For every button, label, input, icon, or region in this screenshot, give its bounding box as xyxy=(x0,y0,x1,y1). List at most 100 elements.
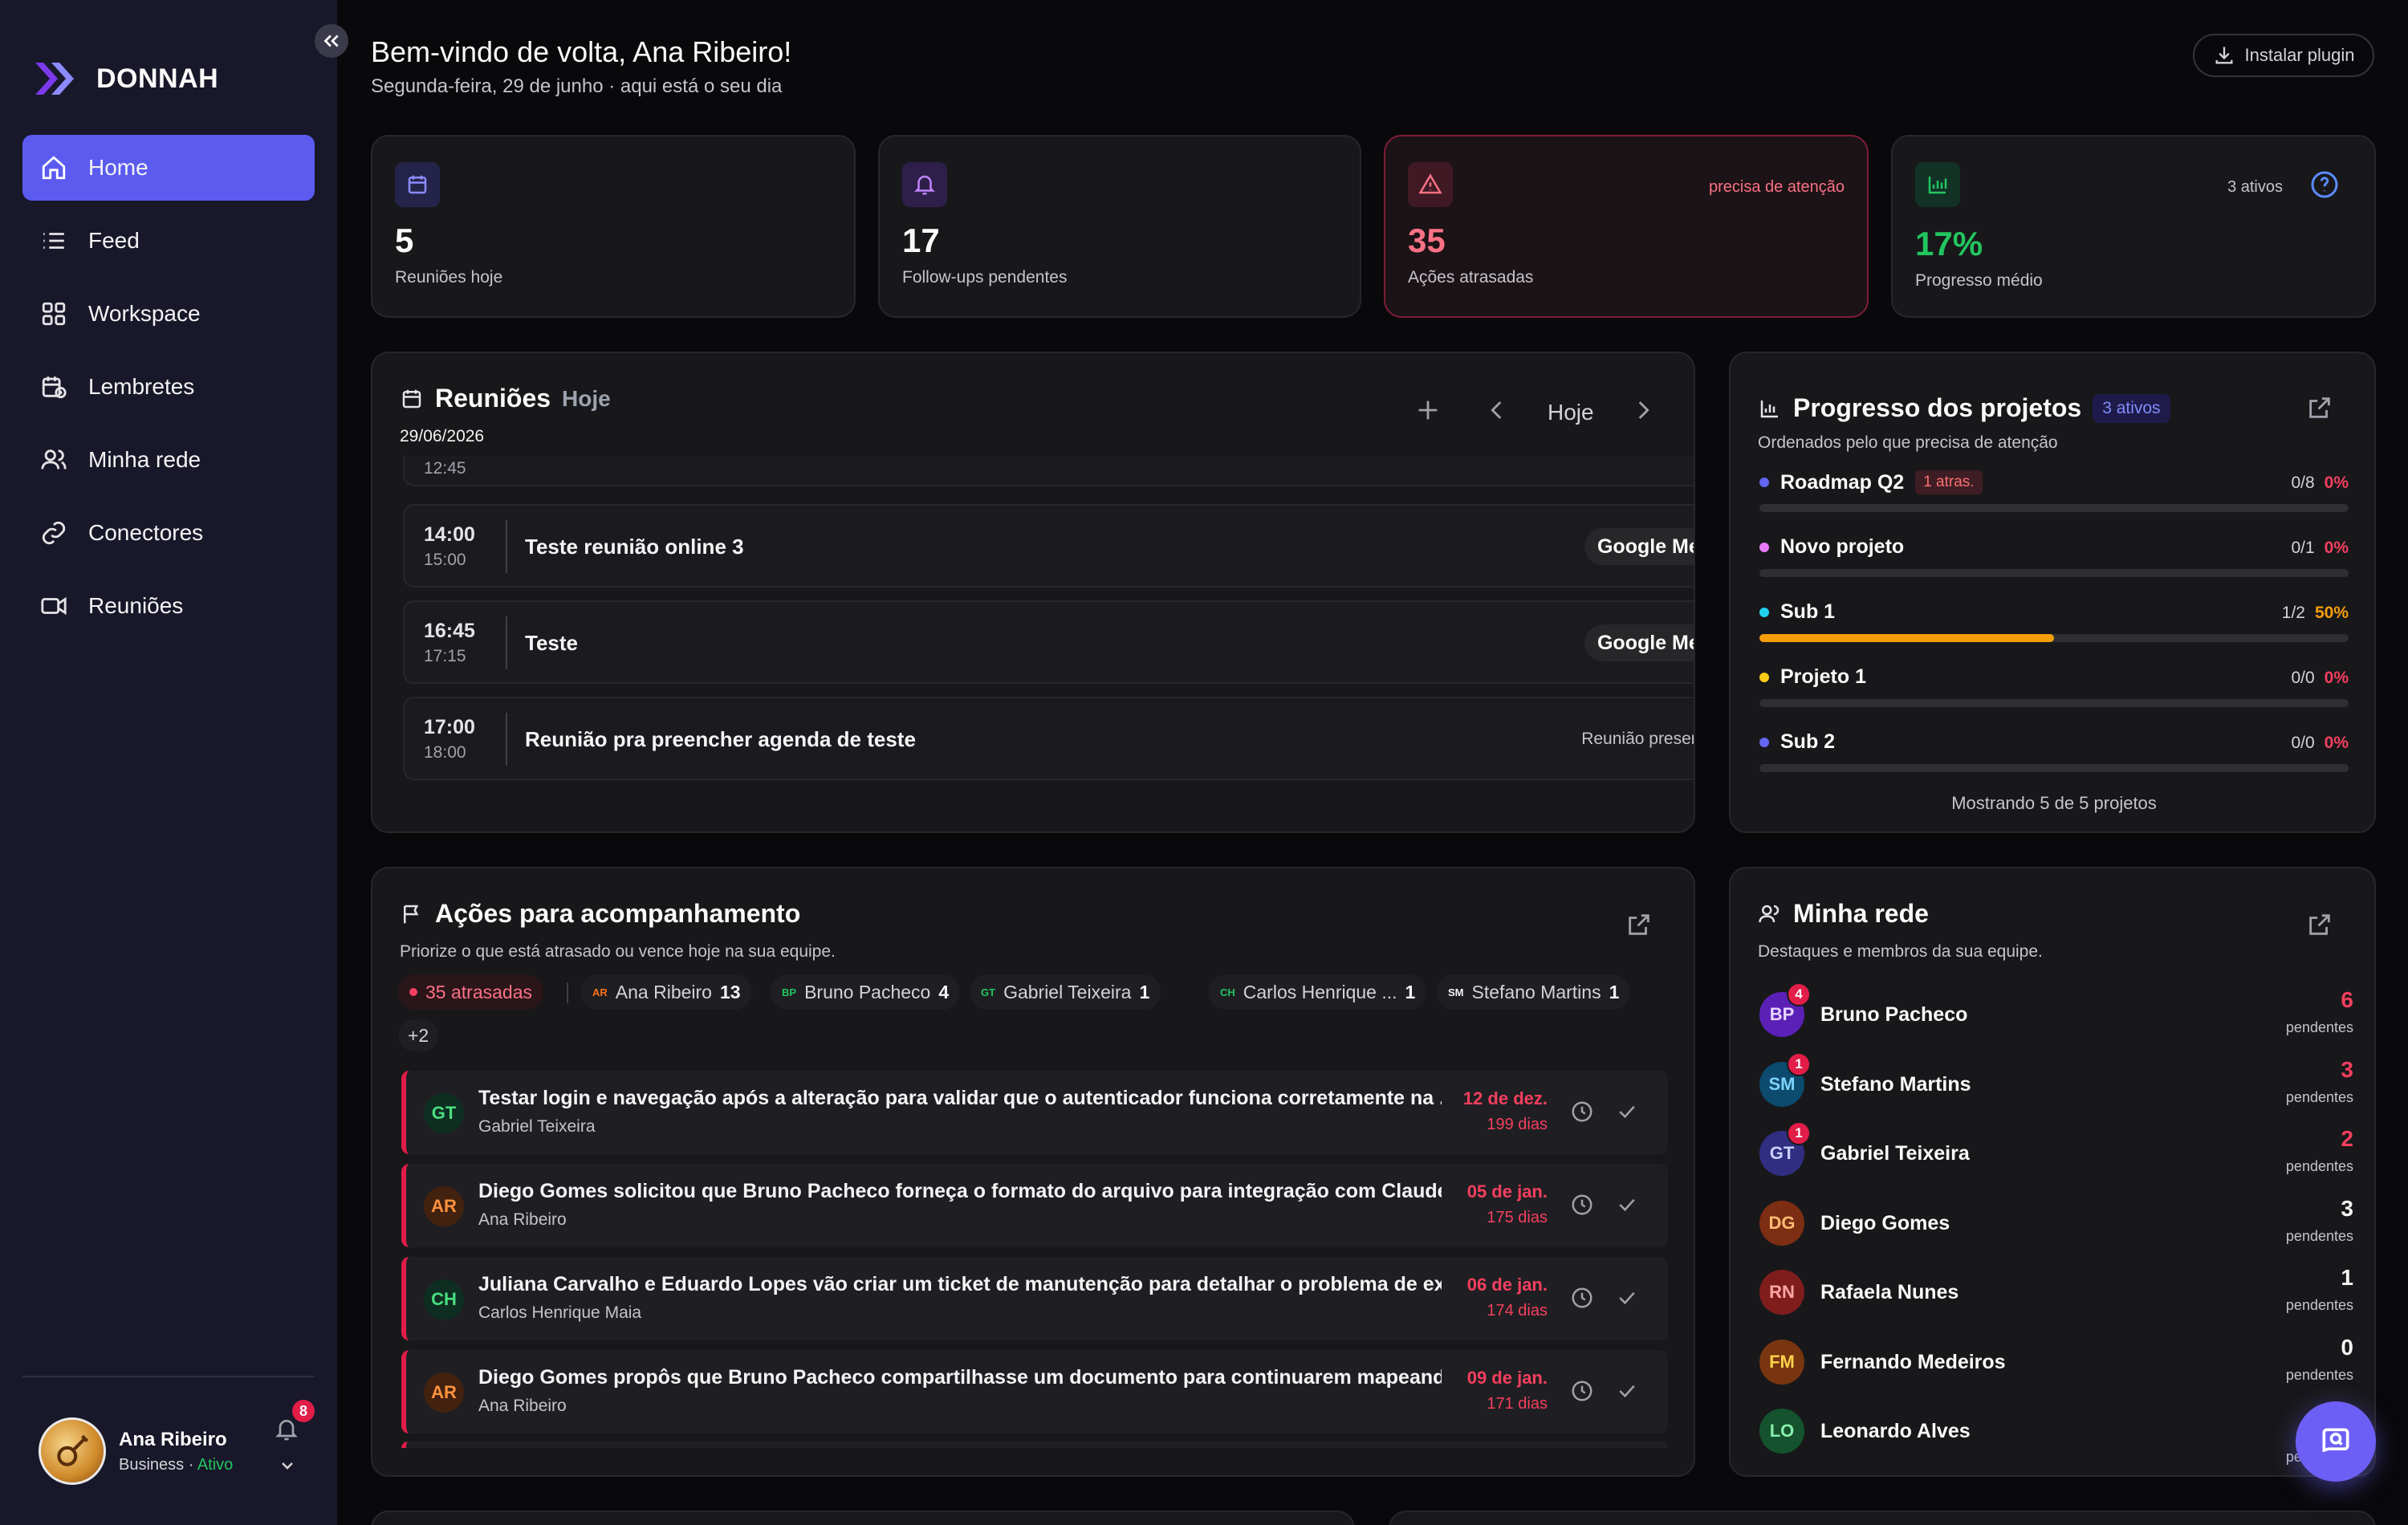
project-name: Roadmap Q2 1 atras. xyxy=(1759,470,1983,494)
snooze-clock-icon[interactable] xyxy=(1570,1379,1594,1407)
filter-chip-person[interactable]: CH Carlos Henrique ... 1 xyxy=(1209,974,1427,1010)
chevrons-left-icon xyxy=(323,35,339,47)
network-member-row[interactable]: RN Rafaela Nunes 1 pendentes xyxy=(1759,1260,2353,1320)
sidebar-item-home[interactable]: Home xyxy=(22,135,315,201)
sidebar-item-label: Feed xyxy=(88,228,140,253)
project-percent: 0% xyxy=(2324,474,2349,492)
meeting-row[interactable]: 16:45 17:15 Teste Google Meet xyxy=(403,600,1694,684)
complete-check-icon[interactable] xyxy=(1615,1193,1639,1221)
complete-check-icon[interactable] xyxy=(1615,1286,1639,1314)
project-count: 0/1 0% xyxy=(2291,539,2349,557)
meeting-row[interactable]: 17:00 18:00 Reunião pra preencher agenda… xyxy=(403,697,1694,780)
snooze-clock-icon[interactable] xyxy=(1570,1193,1594,1221)
filter-chip-person[interactable]: AR Ana Ribeiro 13 xyxy=(581,974,752,1010)
action-row[interactable]: AR Diego Gomes solicitou que Bruno Pachec… xyxy=(401,1164,1668,1247)
brand-logo[interactable]: DONNAH xyxy=(32,59,218,98)
sidebar-item-workspace[interactable]: Workspace xyxy=(22,281,315,347)
sidebar-item-minha-rede[interactable]: Minha rede xyxy=(22,427,315,493)
project-row[interactable]: Roadmap Q2 1 atras. 0/8 0% xyxy=(1759,470,2349,518)
meeting-start: 16:45 xyxy=(424,620,475,642)
avatar: GT xyxy=(424,1093,464,1133)
today-button[interactable]: Hoje xyxy=(1548,400,1594,425)
project-row[interactable]: Sub 1 1/2 50% xyxy=(1759,600,2349,649)
filter-chip-more[interactable]: +2 xyxy=(398,1019,439,1051)
avatar: AR xyxy=(424,1186,464,1226)
action-row[interactable]: GT Testar login e navegação após a altera… xyxy=(401,1071,1668,1154)
network-member-row[interactable]: GT 1 Gabriel Teixeira 2 pendentes xyxy=(1759,1121,2353,1181)
sidebar-item-conectores[interactable]: Conectores xyxy=(22,500,315,566)
help-icon[interactable] xyxy=(2310,170,2339,203)
project-percent: 0% xyxy=(2324,669,2349,687)
action-days-overdue: 199 dias xyxy=(1487,1116,1548,1133)
network-member-row[interactable]: FM Fernando Medeiros 0 pendentes xyxy=(1759,1330,2353,1389)
snooze-clock-icon[interactable] xyxy=(1570,1286,1594,1314)
flag-icon xyxy=(404,905,419,923)
stat-card-followups[interactable]: 17 Follow-ups pendentes xyxy=(878,135,1361,318)
stat-label: Ações atrasadas xyxy=(1408,268,1534,287)
next-day-button[interactable] xyxy=(1629,396,1657,428)
filter-chip-person[interactable]: BP Bruno Pacheco 4 xyxy=(771,974,961,1010)
sidebar-item-label: Conectores xyxy=(88,520,204,545)
project-percent: 0% xyxy=(2324,734,2349,752)
sidebar-item-feed[interactable]: Feed xyxy=(22,208,315,274)
external-link-icon[interactable] xyxy=(1625,910,1653,939)
filter-chip-overdue[interactable]: 35 atrasadas xyxy=(398,974,543,1010)
meeting-title: Teste reunião online 3 xyxy=(525,535,744,559)
sidebar-item-label: Reuniões xyxy=(88,593,184,618)
actions-subtitle: Priorize o que está atrasado ou vence ho… xyxy=(400,942,836,961)
stat-label: Reuniões hoje xyxy=(395,268,503,287)
network-member-row[interactable]: DG Diego Gomes 3 pendentes xyxy=(1759,1191,2353,1250)
network-member-row[interactable]: BP 4 Bruno Pacheco 6 pendentes xyxy=(1759,982,2353,1042)
notification-count-badge: 1 xyxy=(1787,1121,1811,1145)
action-row[interactable]: AR Diego Gomes propôs que Bruno Pacheco c… xyxy=(401,1350,1668,1434)
stat-card-overdue[interactable]: precisa de atenção 35 Ações atrasadas xyxy=(1384,135,1869,318)
bar-chart-icon xyxy=(1915,162,1960,207)
avatar: CH xyxy=(424,1279,464,1320)
sidebar-item-lembretes[interactable]: Lembretes xyxy=(22,354,315,420)
install-plugin-button[interactable]: Instalar plugin xyxy=(2193,34,2374,77)
sidebar-divider xyxy=(22,1376,315,1377)
project-color-dot xyxy=(1759,672,1769,682)
home-icon xyxy=(39,152,69,183)
action-row[interactable]: CH Juliana Carvalho e Eduardo Lopes vão c… xyxy=(401,1257,1668,1340)
chevron-down-icon[interactable] xyxy=(278,1456,297,1479)
meeting-row[interactable]: 14:00 15:00 Teste reunião online 3 Googl… xyxy=(403,504,1694,588)
chip-count: 1 xyxy=(1139,981,1150,1002)
add-meeting-button[interactable] xyxy=(1414,396,1442,428)
collapse-sidebar-button[interactable] xyxy=(315,24,348,58)
stat-value: 5 xyxy=(395,222,414,259)
project-count: 1/2 50% xyxy=(2281,604,2349,622)
external-link-icon[interactable] xyxy=(2305,393,2334,422)
stat-value: 17% xyxy=(1915,225,1983,262)
snooze-clock-icon[interactable] xyxy=(1570,1100,1594,1128)
action-days-overdue: 175 dias xyxy=(1487,1209,1548,1226)
project-row[interactable]: Novo projeto 0/1 0% xyxy=(1759,535,2349,584)
meeting-start: 14:00 xyxy=(424,523,475,546)
action-days-overdue: 174 dias xyxy=(1487,1302,1548,1320)
user-profile[interactable]: Ana Ribeiro Business · Ativo xyxy=(39,1417,233,1485)
stat-label: Follow-ups pendentes xyxy=(902,268,1068,287)
filter-chip-person[interactable]: SM Stefano Martins 1 xyxy=(1437,974,1631,1010)
member-name: Fernando Medeiros xyxy=(1820,1350,2006,1373)
member-name: Gabriel Teixeira xyxy=(1820,1142,1970,1165)
complete-check-icon[interactable] xyxy=(1615,1100,1639,1128)
project-row[interactable]: Sub 2 0/0 0% xyxy=(1759,730,2349,779)
stat-card-progress[interactable]: 3 ativos 17% Progresso médio xyxy=(1891,135,2376,318)
action-title: Diego Gomes propôs que Bruno Pacheco com… xyxy=(478,1366,1442,1389)
stat-card-meetings[interactable]: 5 Reuniões hoje xyxy=(371,135,856,318)
sidebar-item-reunioes[interactable]: Reuniões xyxy=(22,573,315,639)
chip-count: 1 xyxy=(1405,981,1416,1002)
network-member-row[interactable]: LOLeonardo Alvespendentes xyxy=(1759,1399,2353,1465)
complete-check-icon[interactable] xyxy=(1615,1379,1639,1407)
avatar: AR xyxy=(424,1372,464,1413)
project-color-dot xyxy=(1759,607,1769,617)
prev-day-button[interactable] xyxy=(1483,396,1511,428)
filter-chip-person[interactable]: GT Gabriel Teixeira 1 xyxy=(970,974,1161,1010)
chip-person-name: Ana Ribeiro xyxy=(615,981,712,1002)
users-icon xyxy=(1759,905,1780,922)
stat-value: 17 xyxy=(902,222,940,259)
network-member-row[interactable]: SM 1 Stefano Martins 3 pendentes xyxy=(1759,1051,2353,1112)
chat-assistant-button[interactable] xyxy=(2296,1401,2376,1482)
external-link-icon[interactable] xyxy=(2305,910,2334,939)
project-row[interactable]: Projeto 1 0/0 0% xyxy=(1759,665,2349,714)
